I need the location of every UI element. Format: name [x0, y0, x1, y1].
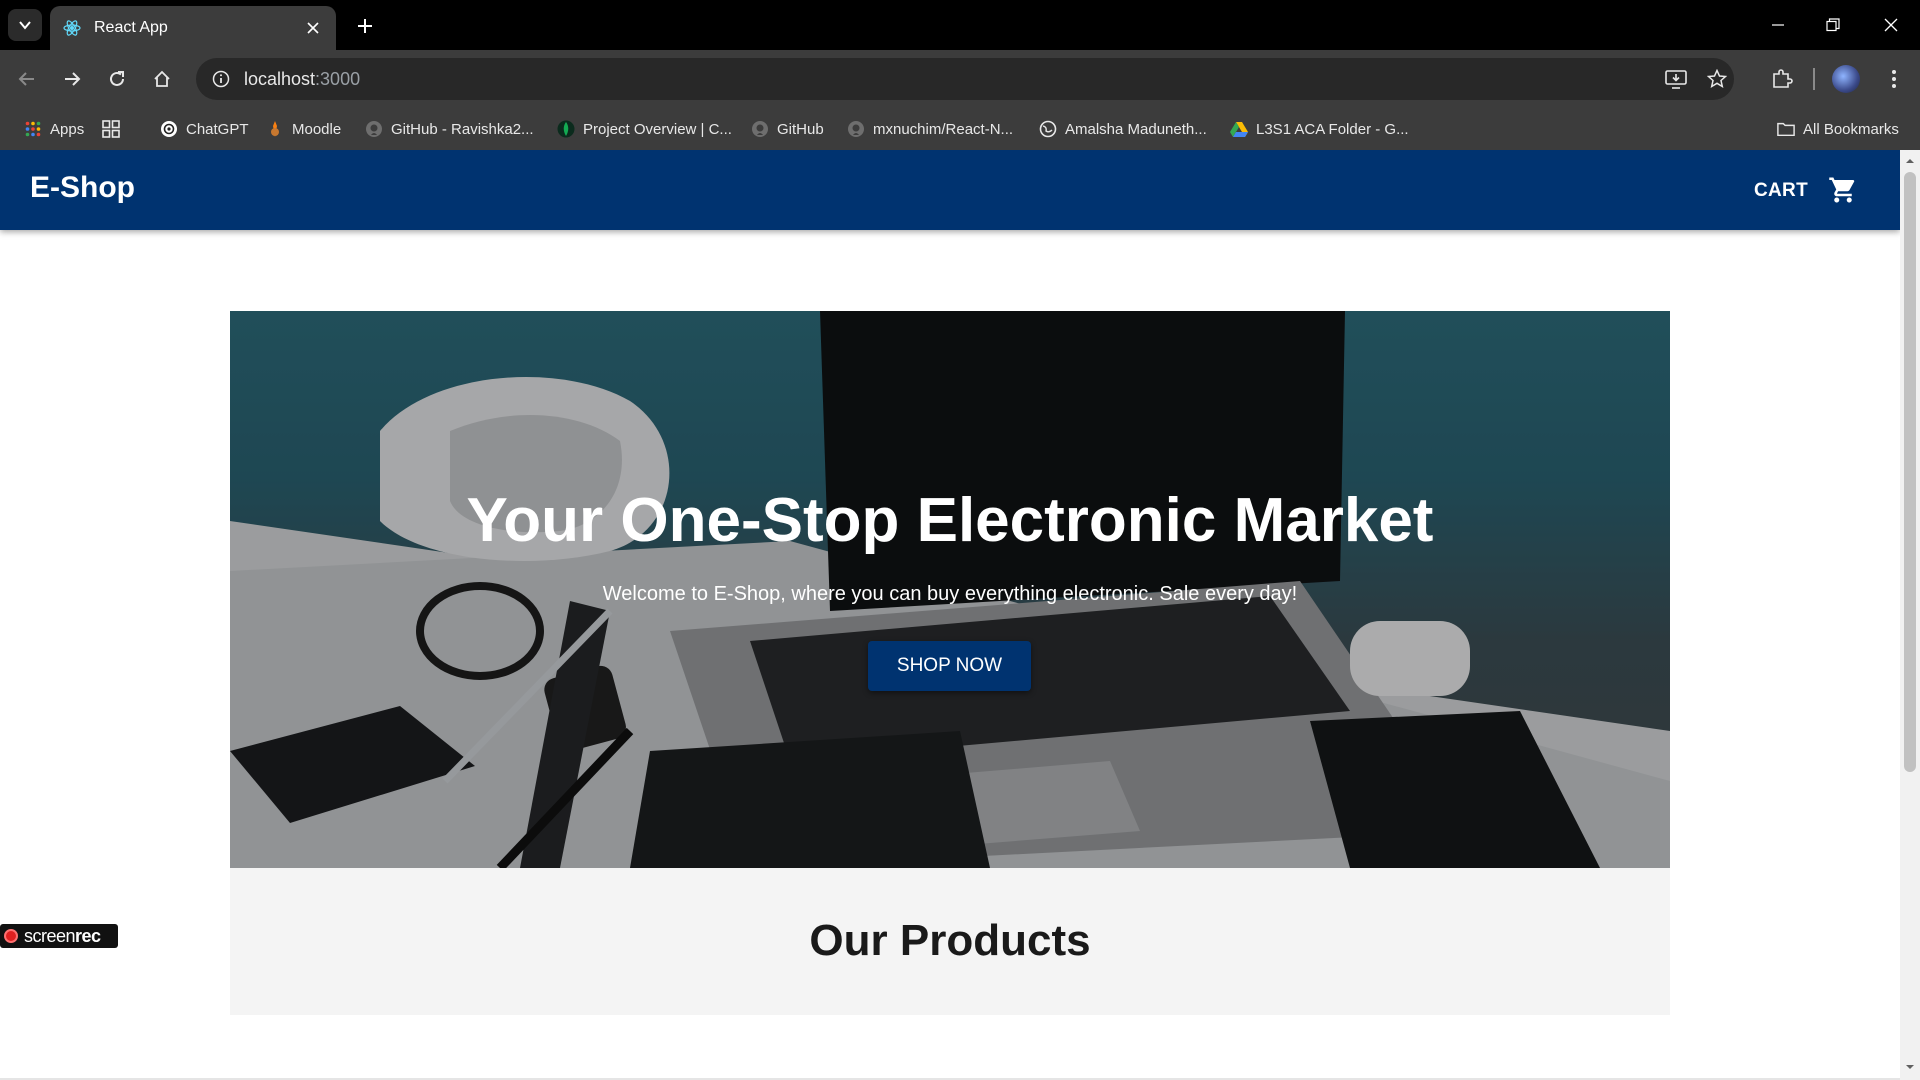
- mongodb-icon: [557, 120, 575, 138]
- url-port: :3000: [315, 68, 361, 89]
- shopping-cart-icon[interactable]: [1828, 175, 1858, 205]
- hero-banner: Your One-Stop Electronic Market Welcome …: [230, 311, 1670, 868]
- bookmark-label: Apps: [50, 120, 85, 138]
- github-icon: [365, 120, 383, 138]
- browser-toolbar: localhost:3000: [0, 50, 1920, 108]
- toolbar-divider: [1813, 68, 1815, 90]
- close-icon: [1884, 18, 1898, 32]
- bookmark-github[interactable]: GitHub: [751, 116, 824, 142]
- kebab-menu-icon: [1892, 70, 1896, 88]
- minimize-icon: [1772, 24, 1784, 26]
- bookmark-label: GitHub: [777, 120, 824, 138]
- new-tab-button[interactable]: [350, 11, 380, 41]
- bookmark-label: ChatGPT: [186, 120, 249, 138]
- install-app-icon: [1665, 70, 1687, 89]
- app-header: E-Shop CART: [0, 150, 1900, 230]
- arrow-right-icon: [65, 72, 81, 86]
- page-scrollbar[interactable]: [1900, 150, 1920, 1080]
- record-dot-icon: [4, 929, 18, 943]
- bookmark-label: mxnuchim/React-N...: [873, 120, 1014, 138]
- bookmark-mxnuchim[interactable]: mxnuchim/React-N...: [847, 116, 1013, 142]
- shop-now-button[interactable]: SHOP NOW: [868, 641, 1031, 691]
- url-host: localhost: [244, 68, 316, 89]
- address-bar[interactable]: localhost:3000: [196, 58, 1734, 100]
- brand-logo[interactable]: E-Shop: [30, 171, 135, 205]
- browser-tab-active[interactable]: React App: [50, 6, 336, 50]
- bookmark-apps[interactable]: Apps: [24, 116, 84, 142]
- back-button[interactable]: [10, 62, 44, 96]
- extensions-button[interactable]: [1762, 59, 1802, 99]
- bookmark-chatgpt[interactable]: ChatGPT: [160, 116, 249, 142]
- reload-button[interactable]: [100, 62, 134, 96]
- tab-search-button[interactable]: [8, 9, 42, 41]
- site-info-icon[interactable]: [212, 70, 230, 88]
- browser-tabstrip: React App: [0, 0, 1920, 50]
- products-heading: Our Products: [809, 916, 1091, 965]
- chatgpt-icon: [160, 120, 178, 138]
- screenrec-text-a: screen: [24, 925, 76, 946]
- scroll-up-icon[interactable]: [1905, 156, 1915, 166]
- products-section: Our Products: [230, 868, 1670, 1015]
- puzzle-icon: [1773, 69, 1793, 88]
- globe-icon: [1039, 120, 1057, 138]
- screenrec-text: screenrec: [24, 926, 101, 947]
- star-icon: [1707, 69, 1727, 89]
- close-window-button[interactable]: [1868, 8, 1914, 42]
- forward-button[interactable]: [55, 62, 89, 96]
- folder-icon: [1777, 120, 1795, 138]
- profile-avatar[interactable]: [1832, 65, 1860, 93]
- github-icon: [751, 120, 769, 138]
- tab-title: React App: [94, 19, 168, 36]
- bookmark-project-overview[interactable]: Project Overview | C...: [557, 116, 732, 142]
- cart-link[interactable]: CART: [1754, 180, 1808, 202]
- home-button[interactable]: [145, 62, 179, 96]
- tab-close-icon[interactable]: [302, 17, 324, 39]
- reload-icon: [110, 71, 124, 86]
- hero-subtitle: Welcome to E-Shop, where you can buy eve…: [602, 583, 1298, 605]
- screenrec-watermark: screenrec: [0, 924, 118, 948]
- bookmark-star-button[interactable]: [1697, 59, 1737, 99]
- react-logo-icon: [63, 20, 81, 36]
- restore-button[interactable]: [1810, 8, 1856, 42]
- bookmark-label: Amalsha Maduneth...: [1065, 120, 1207, 138]
- bookmark-moodle[interactable]: Moodle: [266, 116, 341, 142]
- install-app-button[interactable]: [1656, 59, 1696, 99]
- bookmark-amalsha[interactable]: Amalsha Maduneth...: [1039, 116, 1207, 142]
- plus-icon: [358, 19, 372, 33]
- bookmark-label: L3S1 ACA Folder - G...: [1256, 120, 1409, 138]
- github-icon: [847, 120, 865, 138]
- minimize-button[interactable]: [1755, 8, 1801, 42]
- all-bookmarks-button[interactable]: All Bookmarks: [1777, 116, 1899, 142]
- scrollbar-thumb[interactable]: [1904, 172, 1916, 772]
- bookmark-github-ravishka[interactable]: GitHub - Ravishka2...: [365, 116, 534, 142]
- hero-title: Your One-Stop Electronic Market: [466, 486, 1434, 555]
- restore-icon: [1826, 18, 1840, 32]
- scroll-down-icon[interactable]: [1905, 1062, 1915, 1072]
- moodle-icon: [266, 120, 284, 138]
- browser-menu-button[interactable]: [1874, 59, 1914, 99]
- home-icon: [154, 70, 170, 87]
- all-bookmarks-label: All Bookmarks: [1803, 120, 1899, 138]
- bookmark-label: Moodle: [292, 120, 342, 138]
- bookmark-tab-groups[interactable]: [102, 116, 128, 142]
- apps-grid-icon: [24, 120, 42, 138]
- screenrec-text-b: rec: [75, 925, 101, 946]
- tab-groups-icon: [102, 120, 120, 138]
- google-drive-icon: [1230, 120, 1248, 138]
- bookmark-label: GitHub - Ravishka2...: [391, 120, 534, 138]
- webpage: E-Shop CART Your One-Stop Electronic Mar…: [0, 150, 1900, 1080]
- bookmarks-bar: Apps ChatGPT Moodle GitHub - Ravishka2..…: [0, 108, 1920, 245]
- bookmark-l3s1-folder[interactable]: L3S1 ACA Folder - G...: [1230, 116, 1409, 142]
- bookmark-label: Project Overview | C...: [583, 120, 732, 138]
- url-text: localhost:3000: [244, 69, 360, 90]
- arrow-left-icon: [18, 72, 34, 86]
- chevron-down-icon: [19, 21, 31, 30]
